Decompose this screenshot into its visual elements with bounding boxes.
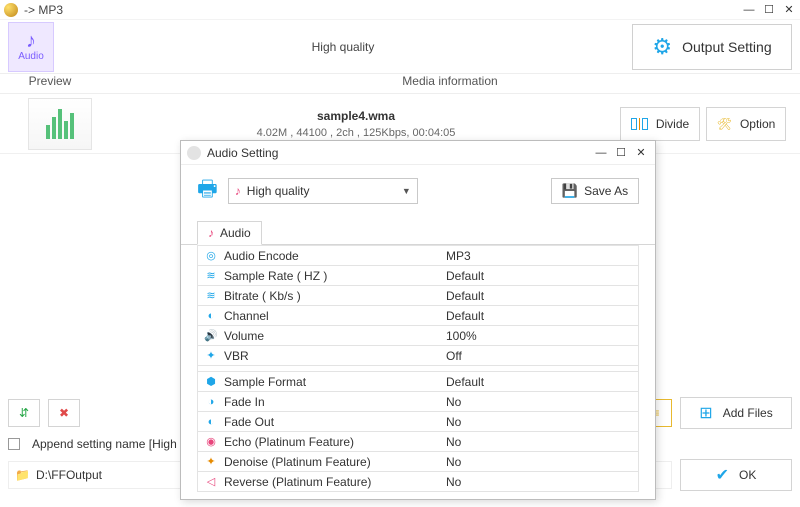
audio-setting-dialog: Audio Setting — ☐ ✕ 🖶 ♪ High quality ▼ 💾… xyxy=(180,140,656,500)
media-filename: sample4.wma xyxy=(100,109,612,123)
append-setting-checkbox[interactable] xyxy=(8,438,20,450)
divide-button[interactable]: Divide xyxy=(620,107,700,141)
folder-icon: 📁 xyxy=(15,468,30,482)
merge-button[interactable]: ⇵ xyxy=(8,399,40,427)
tools-icon: 🛠 xyxy=(717,117,732,131)
dialog-maximize-button[interactable]: ☐ xyxy=(613,146,629,160)
prop-denoise[interactable]: ✦Denoise (Platinum Feature)No xyxy=(198,451,638,471)
check-circle-icon: ✔ xyxy=(716,465,729,485)
output-folder-path: D:\FFOutput xyxy=(36,468,102,482)
dialog-close-button[interactable]: ✕ xyxy=(633,146,649,160)
ok-label: OK xyxy=(739,468,756,482)
prop-fade-out[interactable]: ◐Fade OutNo xyxy=(198,411,638,431)
prop-echo[interactable]: ◉Echo (Platinum Feature)No xyxy=(198,431,638,451)
window-title: -> MP3 xyxy=(24,3,742,17)
dialog-title: Audio Setting xyxy=(207,146,593,160)
output-setting-button[interactable]: ⚙ Output Setting xyxy=(632,24,792,70)
output-setting-label: Output Setting xyxy=(682,39,772,55)
audio-tab-icon: ♪ xyxy=(208,226,214,240)
prop-channel[interactable]: ◐ChannelDefault xyxy=(198,305,638,325)
music-note-icon: ♪ xyxy=(26,31,36,51)
echo-icon: ◉ xyxy=(204,435,218,448)
preset-dropdown[interactable]: ♪ High quality ▼ xyxy=(228,178,418,204)
chevron-down-icon: ▼ xyxy=(402,186,411,196)
media-info-header: Media information xyxy=(100,74,800,93)
divide-icon xyxy=(631,118,648,130)
ok-button[interactable]: ✔ OK xyxy=(680,459,792,491)
add-files-button[interactable]: ⊞ Add Files xyxy=(680,397,792,429)
wave-icon: ≋ xyxy=(204,269,218,282)
dialog-minimize-button[interactable]: — xyxy=(593,146,609,160)
vbr-icon: ✦ xyxy=(204,349,218,362)
column-headers: Preview Media information xyxy=(0,74,800,94)
media-meta: 4.02M , 44100 , 2ch , 125Kbps, 00:04:05 xyxy=(100,127,612,139)
reverse-icon: ◁ xyxy=(204,475,218,488)
gear-icon: ⚙ xyxy=(652,34,672,60)
close-button[interactable]: ✕ xyxy=(782,3,796,17)
add-files-label: Add Files xyxy=(723,406,773,420)
prop-audio-encode[interactable]: ◎Audio EncodeMP3 xyxy=(198,245,638,265)
dialog-app-icon xyxy=(187,146,201,160)
prop-fade-in[interactable]: ◑Fade InNo xyxy=(198,391,638,411)
main-titlebar: -> MP3 — ☐ ✕ xyxy=(0,0,800,20)
encode-icon: ◎ xyxy=(204,249,218,262)
property-list: ◎Audio EncodeMP3 ≋Sample Rate ( HZ )Defa… xyxy=(197,245,639,492)
prop-vbr[interactable]: ✦VBROff xyxy=(198,345,638,365)
remove-button[interactable]: ✖ xyxy=(48,399,80,427)
save-as-button[interactable]: 💾 Save As xyxy=(551,178,639,204)
dialog-titlebar: Audio Setting — ☐ ✕ xyxy=(181,141,655,165)
add-files-icon: ⊞ xyxy=(699,403,712,423)
audio-mode-button[interactable]: ♪ Audio xyxy=(8,22,54,72)
option-button[interactable]: 🛠 Option xyxy=(706,107,786,141)
save-as-label: Save As xyxy=(584,184,628,198)
dialog-body: ◎Audio EncodeMP3 ≋Sample Rate ( HZ )Defa… xyxy=(181,245,655,499)
prop-volume[interactable]: 🔊Volume100% xyxy=(198,325,638,345)
channel-icon: ◐ xyxy=(204,310,218,322)
current-quality-label: High quality xyxy=(62,40,624,54)
minimize-button[interactable]: — xyxy=(742,3,756,17)
fade-out-icon: ◐ xyxy=(204,416,218,428)
preset-label: High quality xyxy=(247,184,310,198)
tab-audio[interactable]: ♪ Audio xyxy=(197,221,262,245)
dialog-toolbar: 🖶 ♪ High quality ▼ 💾 Save As xyxy=(181,165,655,217)
divide-label: Divide xyxy=(656,117,689,131)
save-icon: 💾 xyxy=(562,183,578,199)
dialog-tabs: ♪ Audio xyxy=(181,217,655,245)
prop-sample-format[interactable]: ⬢Sample FormatDefault xyxy=(198,371,638,391)
tab-audio-label: Audio xyxy=(220,226,251,240)
prop-sample-rate[interactable]: ≋Sample Rate ( HZ )Default xyxy=(198,265,638,285)
fade-in-icon: ◑ xyxy=(204,396,218,408)
prop-bitrate[interactable]: ≋Bitrate ( Kb/s )Default xyxy=(198,285,638,305)
media-thumbnail xyxy=(28,98,92,150)
remove-icon: ✖ xyxy=(59,406,69,420)
preset-icon: 🖶 xyxy=(197,172,218,210)
preview-header: Preview xyxy=(0,74,100,93)
top-toolbar: ♪ Audio High quality ⚙ Output Setting xyxy=(0,20,800,74)
wave-icon: ≋ xyxy=(204,289,218,302)
merge-icon: ⇵ xyxy=(19,406,29,420)
cube-icon: ⬢ xyxy=(204,375,218,388)
option-label: Option xyxy=(740,117,775,131)
app-icon xyxy=(4,3,18,17)
audio-mode-label: Audio xyxy=(18,51,44,62)
preset-music-icon: ♪ xyxy=(235,184,241,198)
denoise-icon: ✦ xyxy=(204,455,218,468)
volume-icon: 🔊 xyxy=(204,329,218,342)
prop-reverse[interactable]: ◁Reverse (Platinum Feature)No xyxy=(198,471,638,491)
maximize-button[interactable]: ☐ xyxy=(762,3,776,17)
media-info: sample4.wma 4.02M , 44100 , 2ch , 125Kbp… xyxy=(100,109,612,139)
